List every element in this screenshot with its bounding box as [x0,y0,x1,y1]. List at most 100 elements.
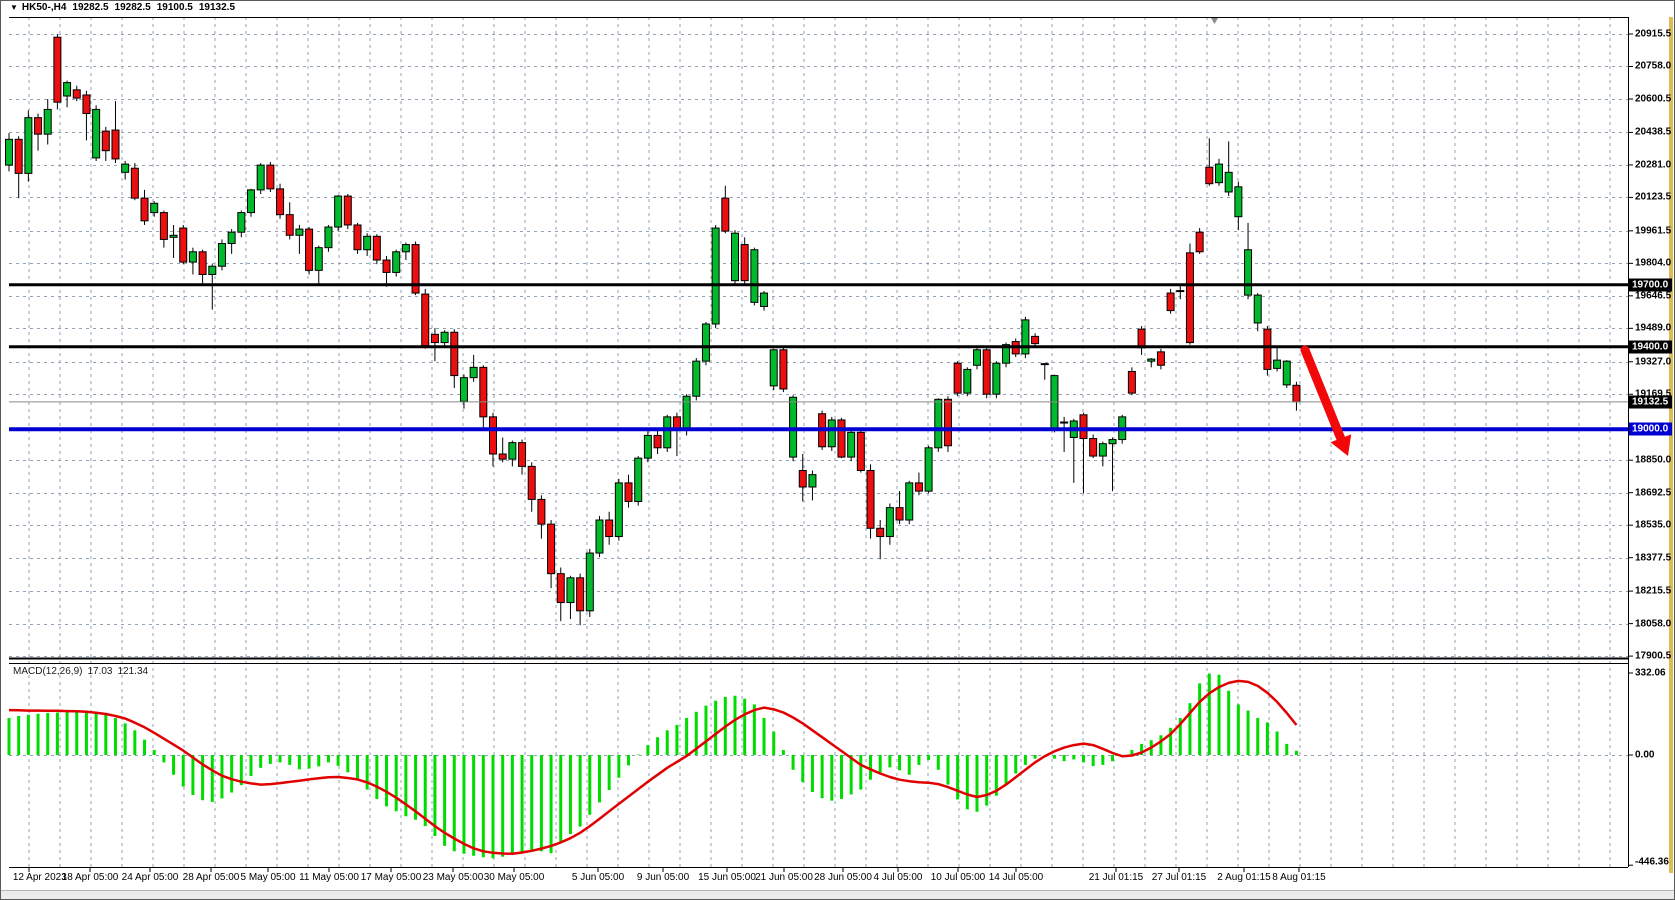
candle-bear [277,189,284,215]
candle-bull [1216,164,1223,183]
candle-bear [1196,232,1203,252]
candle-bull [702,324,709,361]
candle-bull [189,252,196,262]
price-axis-label: 20438.5 [1635,127,1671,138]
candle-bear [160,213,167,240]
chart-window: ▼HK50-,H419282.519282.519100.519132.5 MA… [0,0,1675,900]
candle-bull [1225,172,1232,192]
candle-bear [480,367,487,417]
candle-bear [1061,422,1068,423]
candle-bear [1138,329,1145,348]
candle-bear [431,334,438,342]
candle-bull [683,396,690,430]
price-level-badge-current: 19132.5 [1629,395,1672,408]
candle-bear [199,252,206,275]
chart-expand-icon[interactable]: ▼ [10,3,18,12]
candle-bear [654,435,661,447]
candle-bear [1090,439,1097,457]
candle-bull [770,350,777,386]
price-axis-label: 19961.5 [1635,225,1671,236]
candle-bear [15,139,22,173]
trend-arrow[interactable] [1305,350,1341,439]
candle-bull [848,432,855,457]
time-axis-label: 4 Jul 05:00 [874,872,923,883]
time-axis-label: 27 Jul 01:15 [1152,872,1207,883]
candle-bear [180,228,187,262]
candle-bull [325,227,332,248]
candle-bear [344,196,351,225]
candle-bull [828,420,835,447]
candle-bull [393,252,400,273]
price-level-badge-support: 19400.0 [1629,340,1672,353]
price-axis-label: 20915.5 [1635,29,1671,40]
candle-bull [1148,359,1155,361]
candle-bear [954,363,961,393]
macd-name: MACD(12,26,9) [13,666,82,677]
candle-bear [548,524,555,574]
candle-bull [567,578,574,603]
candle-bear [896,508,903,520]
candle-bear [625,483,632,502]
candle-bear [1206,167,1213,184]
price-axis-label: 20600.5 [1635,93,1671,104]
candle-bear [606,520,613,537]
candle-bull [93,109,100,157]
candle-bull [790,397,797,457]
quote-open: 19282.5 [72,2,108,13]
candle-bull [1283,361,1290,385]
candle-bear [1264,329,1271,369]
time-axis-label: 24 Apr 05:00 [122,872,179,883]
chart-shift-marker-icon[interactable] [1211,18,1218,24]
time-axis-label: 5 May 05:00 [240,872,295,883]
quote-low: 19100.5 [157,2,193,13]
candle-bear [877,528,884,536]
time-axis-label: 17 May 05:00 [361,872,422,883]
candle-bear [1157,352,1164,365]
candle-bull [315,248,322,271]
time-axis-label: 9 Jun 05:00 [637,872,689,883]
candle-bear [490,417,497,454]
candle-bear [528,466,535,499]
macd-axis-max: 332.06 [1635,668,1666,679]
price-axis-label: 19804.0 [1635,258,1671,269]
candle-bull [761,293,768,306]
candle-bull [151,203,158,212]
candle-bear [499,454,506,459]
time-axis-label: 12 Apr 2023 [13,872,67,883]
candle-bear [857,432,864,470]
candle-bear [73,90,80,98]
time-axis-label: 18 Apr 05:00 [62,872,119,883]
candle-bear [915,483,922,491]
candle-bull [441,332,448,342]
candle-bull [238,213,245,233]
candle-bear [141,198,148,221]
chart-plot[interactable] [1,1,1675,900]
candle-bear [306,229,313,270]
time-axis-label: 30 May 05:00 [484,872,545,883]
candle-bear [867,471,874,529]
candle-bear [1080,415,1087,439]
candle-bull [64,83,71,96]
candle-bear [54,37,61,102]
price-axis-label: 20123.5 [1635,192,1671,203]
time-axis-label: 28 Jun 05:00 [814,872,872,883]
macd-axis-min: -446.36 [1635,857,1669,868]
candle-bull [635,458,642,501]
candle-bear [383,260,390,272]
candle-bear [1186,253,1193,343]
quote-close: 19132.5 [199,2,235,13]
price-axis-label: 18377.5 [1635,552,1671,563]
price-axis-label: 18692.5 [1635,487,1671,498]
candle-bull [664,417,671,448]
candle-bull [170,235,177,237]
candle-bear [354,225,361,250]
candle-bull [1235,187,1242,217]
candle-bull [886,508,893,537]
macd-axis-zero: 0.00 [1635,750,1654,761]
macd-signal-value: 121.34 [118,666,149,677]
candle-bull [6,139,13,165]
candle-bull [257,165,264,190]
candle-bull [935,399,942,447]
symbol-period-label: HK50-,H4 [22,2,66,13]
candle-bull [228,232,235,243]
